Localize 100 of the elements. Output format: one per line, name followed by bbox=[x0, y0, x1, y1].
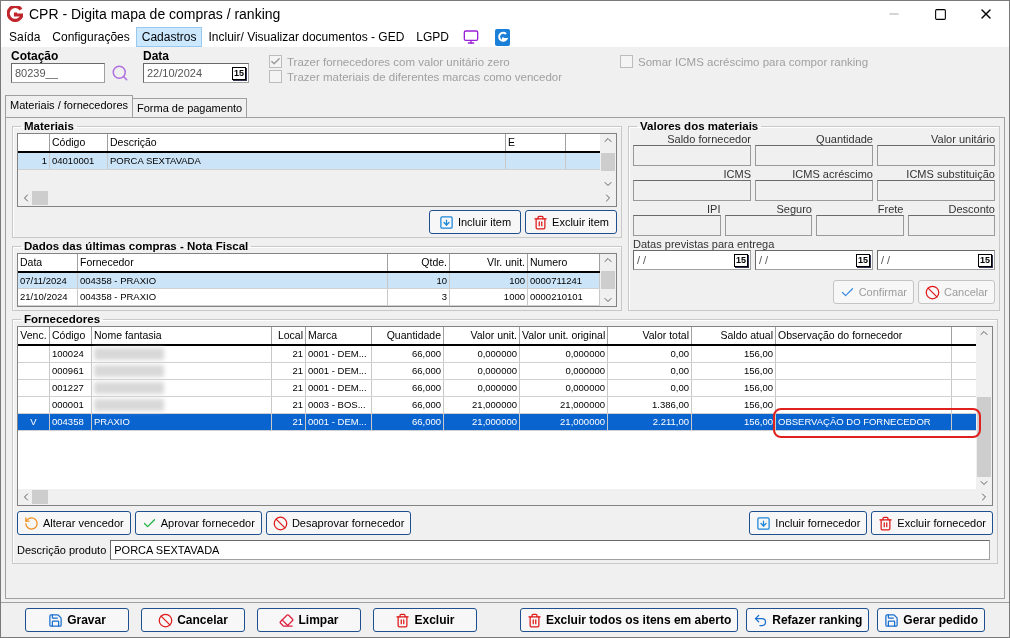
table-cell: 156,00 bbox=[692, 380, 776, 396]
action-button[interactable]: Cancelar bbox=[141, 608, 245, 632]
value-field[interactable] bbox=[633, 180, 751, 201]
date-field[interactable]: / / 15 bbox=[633, 250, 751, 270]
table-cell: 0,000000 bbox=[444, 363, 520, 379]
column-header[interactable]: Descrição bbox=[108, 134, 506, 151]
search-icon[interactable] bbox=[111, 64, 129, 82]
field-label: IPI bbox=[706, 203, 721, 215]
action-button[interactable]: Desaprovar fornecedor bbox=[265, 511, 412, 535]
value-field[interactable] bbox=[755, 145, 873, 166]
value-field[interactable] bbox=[633, 145, 751, 166]
column-header[interactable]: Código bbox=[50, 134, 108, 151]
tab[interactable]: Materiais / fornecedores bbox=[5, 95, 133, 117]
table-cell: 21 bbox=[272, 397, 306, 413]
table-cell: 0,00 bbox=[608, 363, 692, 379]
logo-icon[interactable] bbox=[495, 28, 510, 46]
action-button[interactable]: Refazer ranking bbox=[746, 608, 870, 632]
field-label: ICMS acréscimo bbox=[791, 168, 873, 180]
date-field[interactable]: / / 15 bbox=[755, 250, 873, 270]
table-row[interactable]: 1 04010001 PORCA SEXTAVADA bbox=[18, 153, 600, 170]
table-cell: V bbox=[18, 414, 50, 430]
column-header[interactable]: Vlr. unit. bbox=[450, 254, 528, 271]
maximize-icon[interactable] bbox=[933, 7, 947, 21]
column-header[interactable]: Código bbox=[50, 327, 92, 344]
table-cell: 0,00 bbox=[608, 346, 692, 362]
column-header[interactable]: Data bbox=[18, 254, 78, 271]
table-cell: 004358 - PRAXIO bbox=[78, 272, 388, 289]
calendar-button[interactable]: 15 bbox=[734, 253, 748, 267]
cancel-icon bbox=[924, 284, 940, 300]
calendar-button[interactable]: 15 bbox=[232, 66, 246, 80]
menu-item[interactable]: Cadastros bbox=[135, 27, 203, 47]
action-button[interactable]: Alterar vencedor bbox=[17, 511, 131, 535]
column-header[interactable]: Qtde. bbox=[388, 254, 450, 271]
column-header[interactable]: Valor total bbox=[608, 327, 692, 344]
table-row[interactable]: 000001 21 0003 - BOS... 66,000 21,000000 21,000000 1.386,00 156,00 bbox=[18, 397, 976, 414]
table-cell: 21 bbox=[272, 380, 306, 396]
value-field[interactable] bbox=[907, 215, 995, 236]
action-button[interactable]: Incluir item bbox=[429, 210, 521, 234]
table-cell: 0,000000 bbox=[520, 346, 608, 362]
field-label: Data bbox=[143, 49, 170, 63]
window-title: CPR - Digita mapa de compras / ranking bbox=[29, 6, 282, 22]
table-cell: 0,000000 bbox=[520, 380, 608, 396]
action-button[interactable]: Limpar bbox=[257, 608, 361, 632]
value-field[interactable] bbox=[724, 215, 812, 236]
table-cell: 1 bbox=[18, 153, 50, 169]
column-header[interactable]: Nome fantasia bbox=[92, 327, 272, 344]
field-label: Datas previstas para entrega bbox=[633, 238, 775, 250]
calendar-button[interactable]: 15 bbox=[856, 253, 870, 267]
table-cell: 0001 - DEM... bbox=[306, 346, 372, 362]
value-field[interactable] bbox=[816, 215, 904, 236]
scrollbar-thumb[interactable] bbox=[32, 490, 48, 504]
table-cell: 001227 bbox=[50, 380, 92, 396]
action-button[interactable]: Gravar bbox=[25, 608, 129, 632]
table-cell: 004358 bbox=[50, 414, 92, 430]
column-header[interactable]: Fornecedor bbox=[78, 254, 388, 271]
field-label: Seguro bbox=[775, 203, 812, 215]
column-header[interactable]: E bbox=[506, 134, 566, 151]
action-button[interactable]: Excluir fornecedor bbox=[871, 511, 993, 535]
table-row[interactable]: 100024 21 0001 - DEM... 66,000 0,000000 0,000000 0,00 156,00 bbox=[18, 346, 976, 363]
value-field[interactable] bbox=[877, 145, 995, 166]
rotate-icon bbox=[24, 515, 39, 531]
column-header[interactable]: Valor unit. bbox=[444, 327, 520, 344]
column-header[interactable]: Saldo atual bbox=[692, 327, 776, 344]
table-cell: 0001 - DEM... bbox=[306, 380, 372, 396]
value-field[interactable] bbox=[877, 180, 995, 201]
menu-item[interactable]: Saída bbox=[3, 27, 47, 47]
date-field[interactable]: / / 15 bbox=[877, 250, 995, 270]
column-header[interactable]: Local bbox=[272, 327, 306, 344]
column-header[interactable]: Quantidade bbox=[372, 327, 444, 344]
table-cell: 04010001 bbox=[50, 153, 108, 169]
column-header[interactable]: Venc. bbox=[18, 327, 50, 344]
action-button[interactable]: Gerar pedido bbox=[877, 608, 985, 632]
column-header[interactable]: Valor unit. original bbox=[520, 327, 608, 344]
menu-item[interactable]: LGPD bbox=[410, 27, 455, 47]
table-cell: 000001 bbox=[50, 397, 92, 413]
date-field[interactable]: 22/10/2024 15 bbox=[143, 63, 249, 83]
monitor-icon[interactable] bbox=[463, 29, 479, 45]
menu-item[interactable]: Incluir/ Visualizar documentos - GED bbox=[202, 27, 411, 47]
menu-item[interactable]: Configurações bbox=[46, 27, 136, 47]
cotacao-field[interactable]: 80239__ bbox=[11, 63, 105, 83]
action-button[interactable]: Aprovar fornecedor bbox=[134, 511, 262, 535]
tab[interactable]: Forma de pagamento bbox=[133, 98, 248, 117]
table-row[interactable]: 000961 21 0001 - DEM... 66,000 0,000000 0,000000 0,00 156,00 bbox=[18, 363, 976, 380]
action-button[interactable]: Incluir fornecedor bbox=[749, 511, 868, 535]
table-row[interactable]: 001227 21 0001 - DEM... 66,000 0,000000 0,000000 0,00 156,00 bbox=[18, 380, 976, 397]
action-button[interactable]: Excluir todos os itens em aberto bbox=[519, 608, 739, 632]
action-button[interactable]: Excluir bbox=[373, 608, 477, 632]
column-header[interactable]: Observação do fornecedor bbox=[776, 327, 952, 344]
column-header[interactable]: Marca bbox=[306, 327, 372, 344]
scrollbar-thumb[interactable] bbox=[32, 191, 48, 205]
description-field[interactable]: PORCA SEXTAVADA bbox=[110, 540, 991, 560]
table-cell: 21,000000 bbox=[444, 397, 520, 413]
calendar-button[interactable]: 15 bbox=[978, 253, 992, 267]
table-cell: 21,000000 bbox=[520, 397, 608, 413]
table-cell: 3 bbox=[388, 289, 450, 305]
value-field[interactable] bbox=[755, 180, 873, 201]
value-field[interactable] bbox=[633, 215, 721, 236]
table-cell: 21 bbox=[272, 363, 306, 379]
table-row[interactable]: 21/10/2024 004358 - PRAXIO 3 1000 0000210101 bbox=[18, 289, 600, 306]
action-button[interactable]: Excluir item bbox=[525, 210, 617, 234]
